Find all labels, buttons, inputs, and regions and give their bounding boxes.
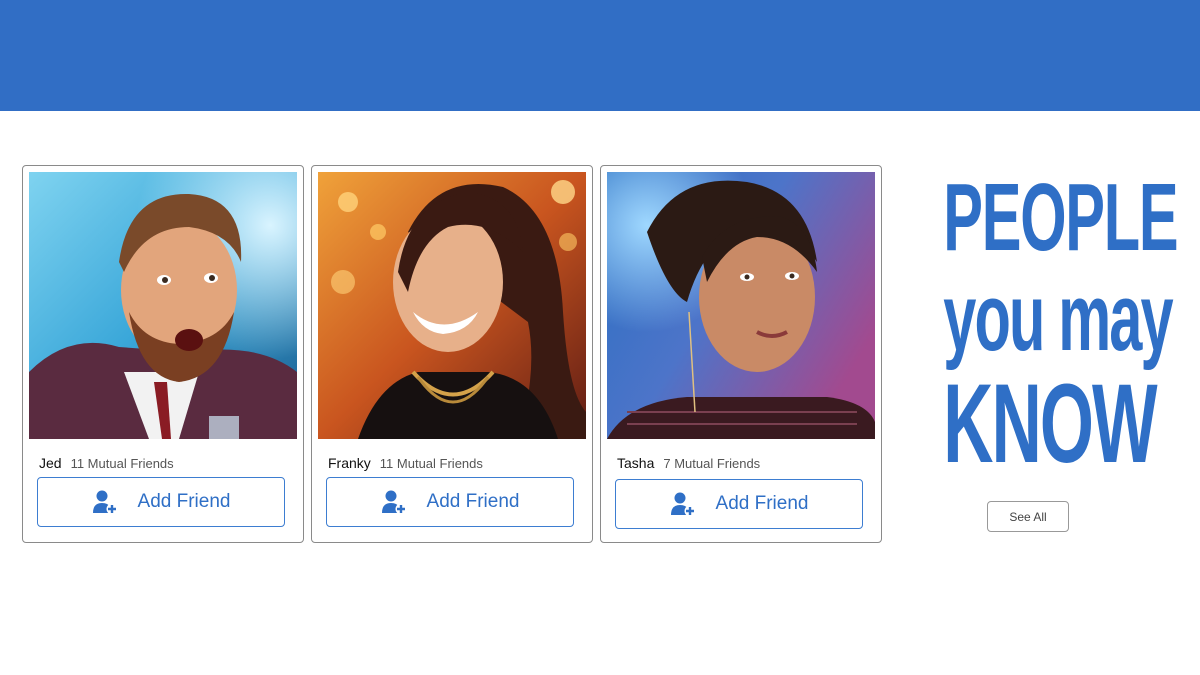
friend-info: Franky 11 Mutual Friends	[328, 455, 483, 471]
profile-photo[interactable]	[607, 172, 875, 439]
friend-suggestion-card: Tasha 7 Mutual Friends Add Friend	[600, 165, 882, 543]
header-bar	[0, 0, 1200, 111]
profile-photo-image	[607, 172, 875, 439]
mutual-friends-count[interactable]: 7 Mutual Friends	[663, 456, 760, 471]
add-user-icon	[381, 490, 407, 515]
add-friend-label: Add Friend	[715, 493, 809, 514]
add-friend-label: Add Friend	[426, 491, 520, 512]
title-line-2: you may	[943, 264, 1173, 371]
friend-info: Tasha 7 Mutual Friends	[617, 455, 760, 471]
friend-suggestion-card: Jed 11 Mutual Friends Add Friend	[22, 165, 304, 543]
people-you-may-know-title: PEOPLE you may KNOW	[892, 164, 1178, 486]
friend-name[interactable]: Tasha	[617, 455, 654, 471]
add-user-icon	[670, 492, 696, 517]
profile-photo[interactable]	[29, 172, 297, 439]
add-user-icon	[92, 490, 118, 515]
add-friend-button[interactable]: Add Friend	[615, 479, 863, 529]
mutual-friends-count[interactable]: 11 Mutual Friends	[71, 456, 174, 471]
add-friend-button[interactable]: Add Friend	[37, 477, 285, 527]
mutual-friends-count[interactable]: 11 Mutual Friends	[380, 456, 483, 471]
profile-photo[interactable]	[318, 172, 586, 439]
see-all-button[interactable]: See All	[987, 501, 1069, 532]
friend-info: Jed 11 Mutual Friends	[39, 455, 174, 471]
friend-name[interactable]: Jed	[39, 455, 62, 471]
add-friend-label: Add Friend	[137, 491, 231, 512]
profile-photo-image	[318, 172, 586, 439]
profile-photo-image	[29, 172, 297, 439]
friend-name[interactable]: Franky	[328, 455, 371, 471]
add-friend-button[interactable]: Add Friend	[326, 477, 574, 527]
friend-suggestion-card: Franky 11 Mutual Friends Add Friend	[311, 165, 593, 543]
title-line-3: KNOW	[943, 361, 1157, 486]
title-line-1: PEOPLE	[943, 164, 1178, 271]
